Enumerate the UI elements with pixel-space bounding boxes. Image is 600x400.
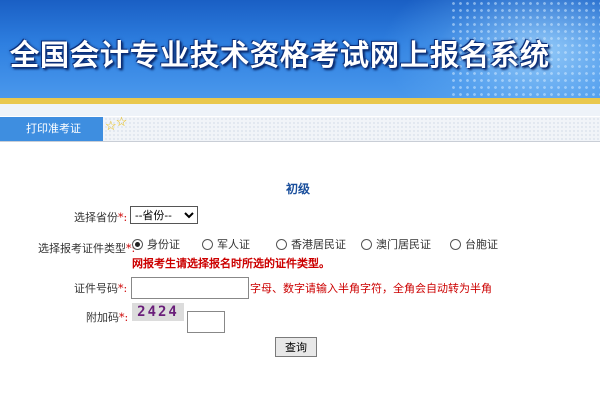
required-mark: *: [118,211,128,224]
province-select[interactable]: --省份-- [130,206,198,224]
id-number-hint: 字母、数字请输入半角字符，全角会自动转为半角 [250,282,492,295]
required-mark: *: [119,311,129,324]
radio-label: 澳门居民证 [376,238,431,251]
id-type-radio-taiwan[interactable]: 台胞证 [450,236,498,252]
id-number-label-text: 证件号码 [74,282,118,295]
radio-button[interactable] [276,238,287,250]
system-title: 全国会计专业技术资格考试网上报名系统 [10,38,551,72]
id-type-label: 选择报考证件类型*: [38,240,135,256]
radio-button[interactable] [132,238,143,250]
radio-button[interactable] [450,238,461,250]
header-banner: 全国会计专业技术资格考试网上报名系统 [0,0,600,98]
header-sub-band [0,104,600,116]
star-icon: ☆ [115,115,128,130]
id-number-label: 证件号码*: [74,280,127,296]
captcha-input[interactable] [187,311,225,333]
required-mark: *: [118,282,128,295]
tab-bar: 打印准考证 ☆☆ [0,115,600,141]
province-label-text: 选择省份 [74,211,118,224]
tab-print-admission-ticket[interactable]: 打印准考证 [0,117,103,141]
radio-label: 香港居民证 [291,238,346,251]
exam-level-title: 初级 [285,182,310,196]
radio-button[interactable] [202,238,213,250]
radio-label: 台胞证 [465,238,498,251]
id-type-radio-hongkong[interactable]: 香港居民证 [276,236,346,252]
tab-bar-divider [0,141,600,142]
id-type-radio-macau[interactable]: 澳门居民证 [361,236,431,252]
captcha-label-text: 附加码 [86,311,119,324]
radio-label: 军人证 [217,238,250,251]
id-type-radio-military[interactable]: 军人证 [202,236,250,252]
radio-button[interactable] [361,238,372,250]
id-type-label-text: 选择报考证件类型 [38,242,126,255]
id-type-notice: 网报考生请选择报名时所选的证件类型。 [132,257,330,270]
captcha-label: 附加码*: [86,309,128,325]
province-label: 选择省份*: [74,209,127,225]
id-number-input[interactable] [131,277,249,299]
id-type-radio-id-card[interactable]: 身份证 [132,236,180,252]
captcha-image[interactable]: 2424 [132,303,184,321]
star-icons: ☆☆ [105,115,127,134]
query-button[interactable]: 查询 [275,337,317,357]
radio-label: 身份证 [147,238,180,251]
